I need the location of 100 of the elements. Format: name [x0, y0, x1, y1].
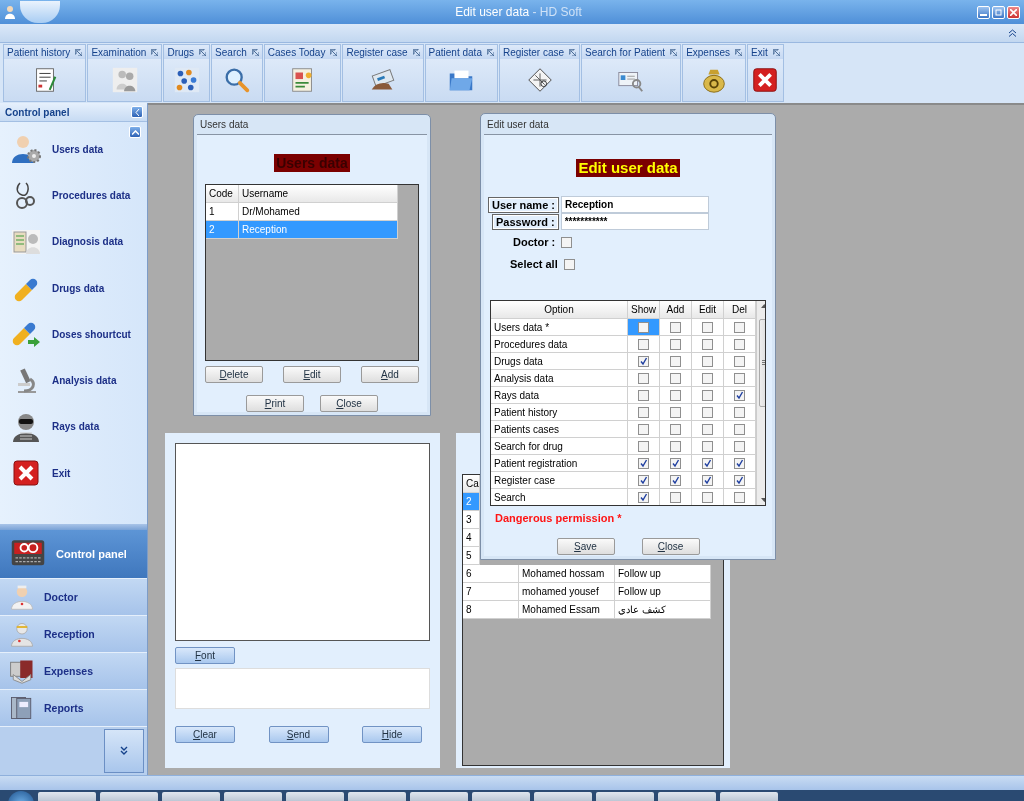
form-button[interactable]: Save — [556, 538, 615, 555]
checkbox[interactable] — [670, 457, 681, 469]
sidebar-item[interactable]: Procedures data — [0, 172, 147, 219]
form-button[interactable]: Print — [246, 395, 304, 412]
checkbox[interactable] — [638, 406, 649, 418]
checkbox[interactable] — [638, 389, 649, 401]
dialog-launcher-icon[interactable] — [75, 48, 83, 56]
form-button[interactable]: Hide — [362, 726, 422, 743]
sidebar-item[interactable]: Users data — [0, 126, 147, 173]
checkbox[interactable] — [670, 423, 681, 435]
minimize-button[interactable] — [977, 5, 990, 19]
restore-button[interactable] — [992, 5, 1005, 19]
form-button[interactable]: Close — [641, 538, 700, 555]
checkbox[interactable] — [702, 440, 713, 452]
checkbox[interactable] — [734, 321, 745, 333]
checkbox[interactable] — [702, 474, 713, 486]
dialog-launcher-icon[interactable] — [330, 48, 338, 56]
navigation-button[interactable]: Control panel — [0, 530, 147, 579]
dialog-launcher-icon[interactable] — [670, 48, 678, 56]
checkbox[interactable] — [638, 440, 649, 452]
checkbox[interactable] — [702, 491, 713, 503]
sidebar-item[interactable]: Drugs data — [0, 264, 147, 312]
checkbox[interactable] — [670, 372, 681, 384]
checkbox[interactable] — [734, 355, 745, 367]
table-cell[interactable]: 7 — [463, 583, 519, 601]
navigation-button[interactable]: Doctor — [0, 579, 147, 616]
checkbox[interactable] — [734, 372, 745, 384]
table-cell[interactable]: 1 — [206, 203, 239, 221]
table-cell[interactable]: Follow up — [615, 565, 711, 583]
form-button[interactable]: Delete — [205, 366, 263, 383]
checkbox[interactable] — [734, 491, 745, 503]
table-cell[interactable]: 5 — [463, 547, 480, 565]
table-cell[interactable]: Dr/Mohamed — [239, 203, 398, 221]
form-button[interactable]: Send — [268, 726, 329, 743]
checkbox[interactable] — [638, 491, 649, 503]
checkbox[interactable] — [638, 457, 649, 469]
checkbox[interactable] — [638, 321, 649, 333]
dialog-launcher-icon[interactable] — [486, 48, 494, 56]
table-cell[interactable]: Mohamed hossam — [519, 565, 615, 583]
dialog-launcher-icon[interactable] — [151, 48, 159, 56]
scroll-up-button[interactable] — [129, 126, 141, 138]
table-cell[interactable]: 3 — [463, 511, 480, 529]
table-cell[interactable]: Follow up — [615, 583, 711, 601]
dialog-launcher-icon[interactable] — [412, 48, 420, 56]
checkbox[interactable] — [670, 491, 681, 503]
navigation-button[interactable]: Reception — [0, 616, 147, 653]
checkbox[interactable] — [670, 406, 681, 418]
checkbox[interactable] — [702, 372, 713, 384]
table-cell[interactable]: كشف عادي — [615, 601, 711, 619]
dialog-launcher-icon[interactable] — [772, 48, 780, 56]
scroll-down-arrow-icon[interactable] — [761, 497, 765, 502]
sidebar-item[interactable]: Diagnosis data — [0, 218, 147, 265]
table-cell[interactable]: Mohamed Essam — [519, 601, 615, 619]
form-button[interactable]: Add — [361, 366, 419, 383]
input-field[interactable] — [175, 668, 430, 709]
table-cell[interactable]: 8 — [463, 601, 519, 619]
sidebar-item[interactable]: Doses shourtcut — [0, 311, 147, 358]
checkbox[interactable] — [561, 236, 573, 248]
dialog-launcher-icon[interactable] — [199, 48, 207, 56]
dialog-launcher-icon[interactable] — [735, 48, 743, 56]
checkbox[interactable] — [670, 440, 681, 452]
checkbox[interactable] — [702, 338, 713, 350]
sidebar-item[interactable]: Rays data — [0, 403, 147, 451]
checkbox[interactable] — [670, 355, 681, 367]
sidebar-item[interactable]: Exit — [0, 450, 147, 497]
checkbox[interactable] — [734, 423, 745, 435]
collapse-panel-button[interactable] — [131, 106, 143, 118]
sidebar-item[interactable]: Analysis data — [0, 357, 147, 404]
table-cell[interactable]: 4 — [463, 529, 480, 547]
checkbox[interactable] — [734, 406, 745, 418]
checkbox[interactable] — [670, 389, 681, 401]
checkbox[interactable] — [638, 372, 649, 384]
font-button[interactable]: Font — [175, 647, 235, 664]
checkbox[interactable] — [734, 474, 745, 486]
checkbox[interactable] — [670, 474, 681, 486]
checkbox[interactable] — [734, 389, 745, 401]
form-button[interactable]: Clear — [175, 726, 235, 743]
checkbox[interactable] — [702, 457, 713, 469]
navigation-button[interactable]: Expenses — [0, 653, 147, 690]
checkbox[interactable] — [638, 474, 649, 486]
checkbox[interactable] — [638, 423, 649, 435]
checkbox[interactable] — [638, 338, 649, 350]
checkbox[interactable] — [638, 355, 649, 367]
checkbox[interactable] — [670, 338, 681, 350]
navigation-button[interactable]: Reports — [0, 690, 147, 727]
doctor-icon[interactable] — [4, 5, 16, 19]
checkbox[interactable] — [734, 457, 745, 469]
checkbox[interactable] — [702, 355, 713, 367]
checkbox[interactable] — [670, 321, 681, 333]
form-button[interactable]: Close — [320, 395, 378, 412]
checkbox[interactable] — [702, 321, 713, 333]
quick-access-tab[interactable] — [20, 1, 60, 23]
checkbox[interactable] — [702, 389, 713, 401]
dialog-launcher-icon[interactable] — [569, 48, 577, 56]
more-buttons-button[interactable] — [104, 729, 144, 773]
checkbox[interactable] — [702, 423, 713, 435]
table-cell[interactable]: mohamed yousef — [519, 583, 615, 601]
table-cell[interactable]: 6 — [463, 565, 519, 583]
close-button[interactable] — [1007, 5, 1020, 19]
checkbox[interactable] — [702, 406, 713, 418]
